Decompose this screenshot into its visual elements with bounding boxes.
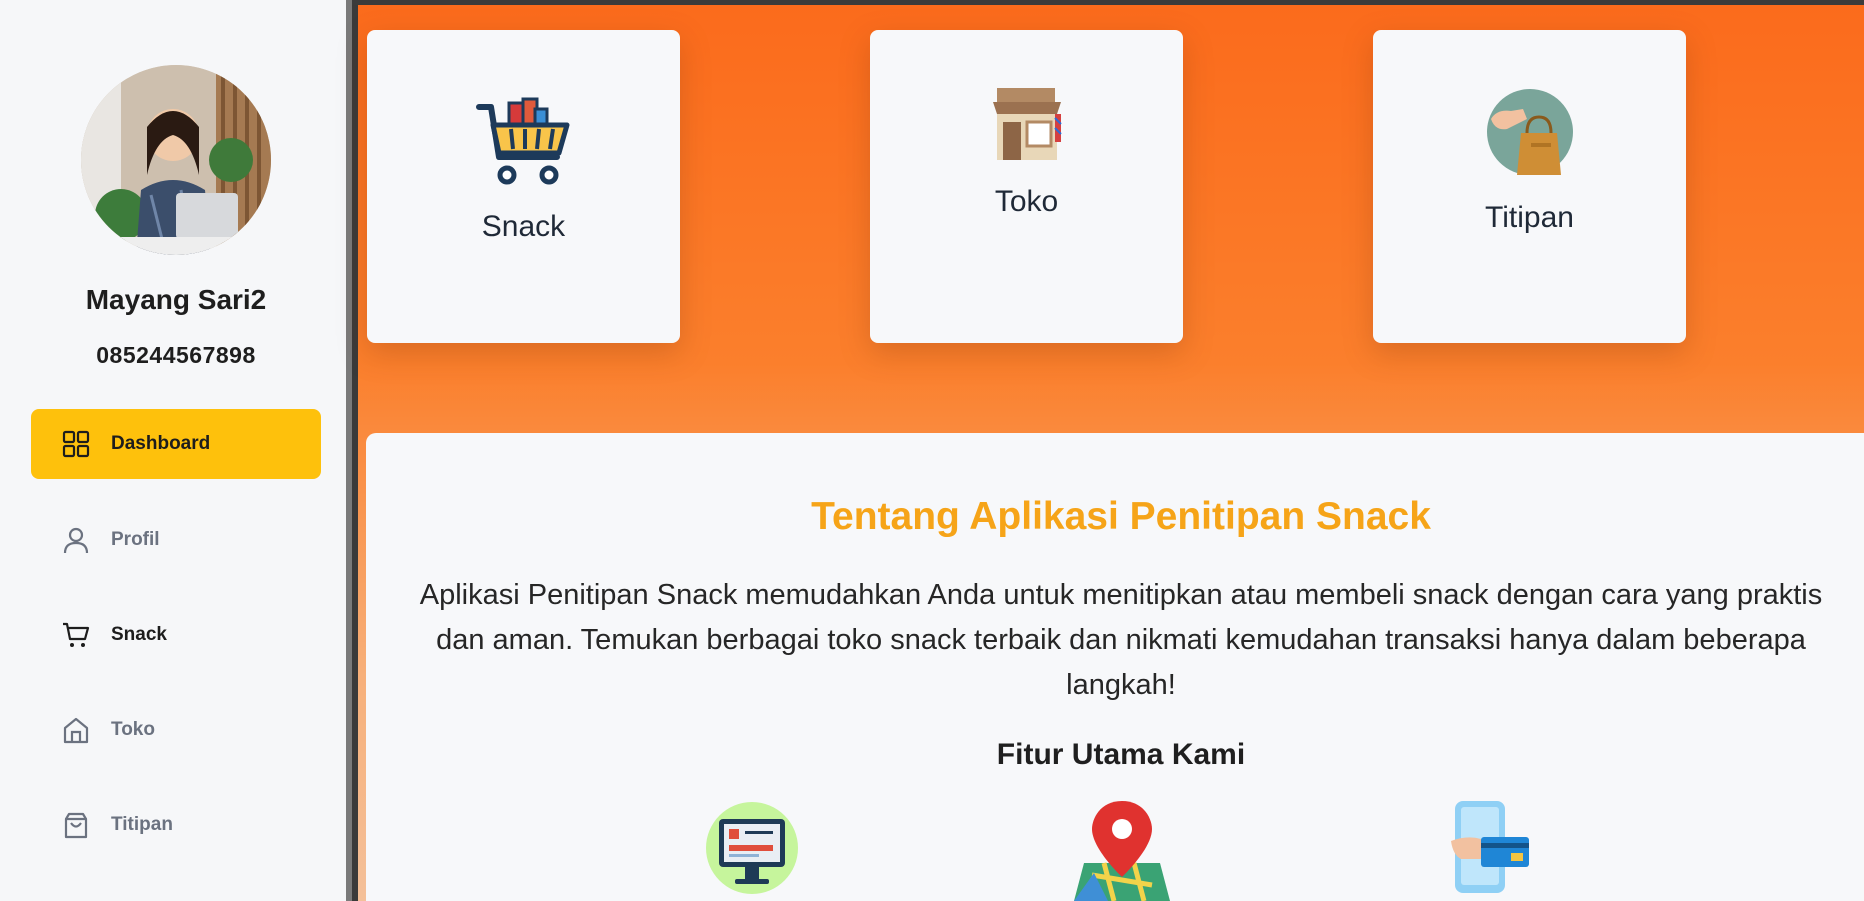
about-text: Aplikasi Penitipan Snack memudahkan Anda…	[419, 579, 1823, 701]
location-map-pin-icon	[1074, 801, 1170, 901]
grid-icon	[62, 430, 90, 458]
user-phone: 085244567898	[96, 342, 256, 368]
avatar	[81, 65, 271, 255]
sidebar-item-dashboard[interactable]: Dashboard	[31, 409, 321, 479]
card-label: Snack	[481, 210, 566, 243]
bag-icon	[64, 812, 88, 839]
card-label: Toko	[994, 185, 1059, 218]
sidebar: Mayang Sari2 085244567898 Dashboard Prof…	[0, 0, 352, 901]
about-title: Tentang Aplikasi Penitipan Snack	[811, 495, 1431, 538]
sidebar-item-snack[interactable]: Snack	[31, 600, 321, 670]
card-toko[interactable]: Toko	[870, 30, 1183, 343]
card-snack[interactable]: Snack	[367, 30, 680, 343]
mobile-payment-icon	[1451, 801, 1529, 893]
avatar-photo	[81, 65, 271, 255]
store-icon	[993, 88, 1062, 160]
sidebar-item-label: Dashboard	[111, 433, 211, 454]
sidebar-item-label: Snack	[111, 624, 167, 645]
cart-icon	[63, 622, 90, 647]
home-icon	[63, 717, 89, 744]
sidebar-item-profil[interactable]: Profil	[31, 505, 321, 575]
sidebar-item-toko[interactable]: Toko	[31, 695, 321, 765]
sidebar-item-label: Profil	[111, 529, 160, 550]
card-titipan[interactable]: Titipan	[1373, 30, 1686, 343]
online-store-monitor-icon	[706, 802, 798, 894]
sidebar-item-label: Titipan	[111, 814, 173, 835]
user-name: Mayang Sari2	[85, 284, 267, 315]
sidebar-item-label: Toko	[111, 719, 155, 740]
shopping-cart-icon	[476, 97, 570, 185]
user-icon	[63, 527, 89, 554]
sidebar-item-titipan[interactable]: Titipan	[31, 790, 321, 860]
about-section: Tentang Aplikasi Penitipan Snack Aplikas…	[366, 433, 1864, 901]
shopping-bag-hand-icon	[1487, 89, 1573, 175]
features-title: Fitur Utama Kami	[996, 738, 1246, 771]
card-label: Titipan	[1485, 201, 1574, 234]
